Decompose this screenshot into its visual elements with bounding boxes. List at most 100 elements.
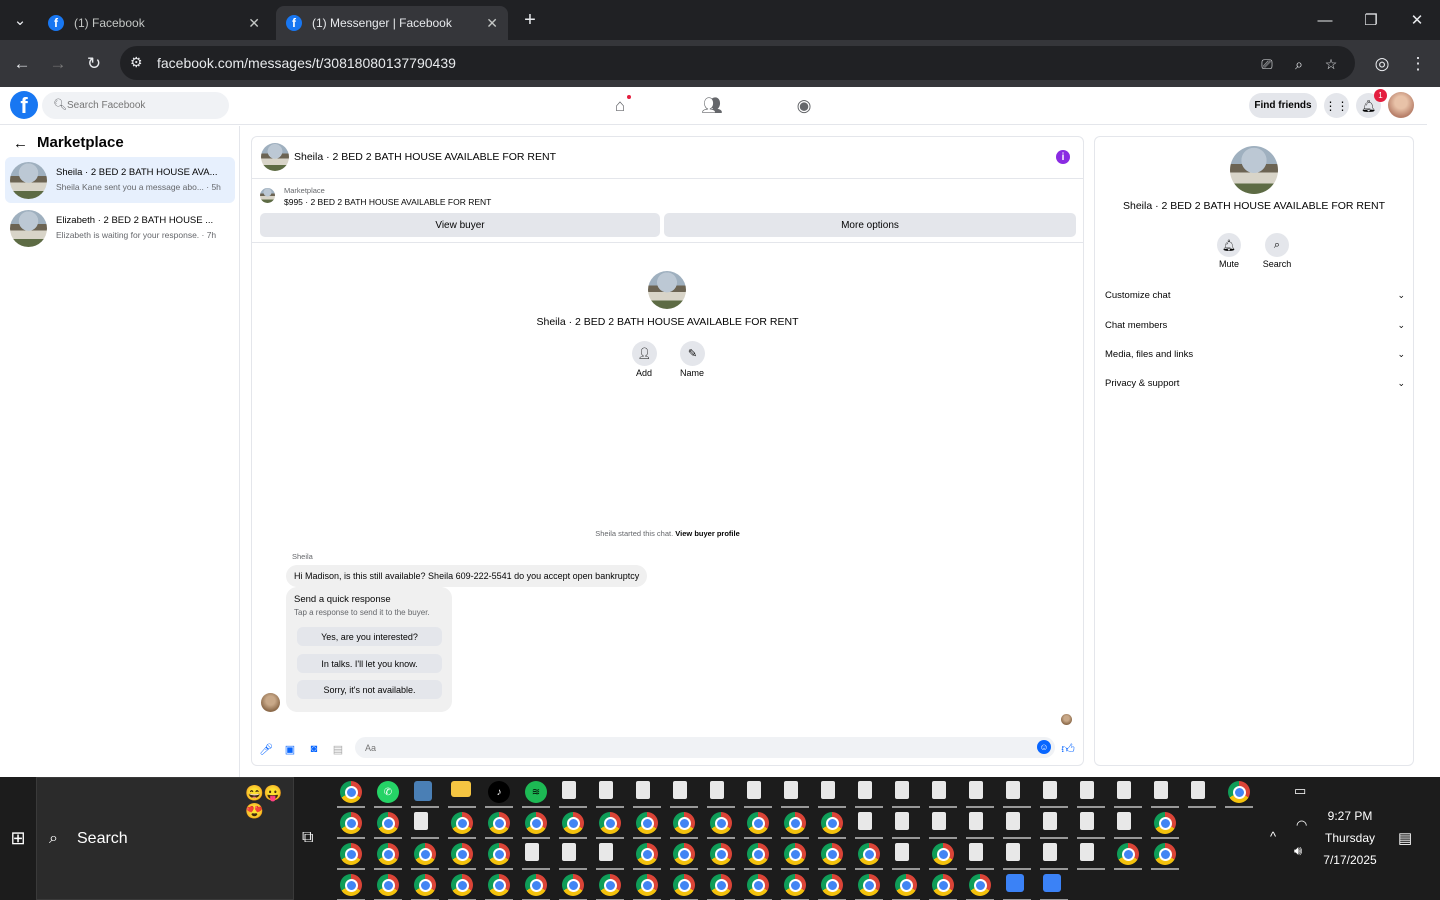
document-icon[interactable] [932,781,946,799]
forward-icon[interactable]: → [46,52,70,76]
chrome-icon[interactable] [340,781,362,803]
windows-start-icon[interactable]: ⊞ [0,777,36,900]
show-hidden-icons-icon[interactable]: ^ [1270,829,1276,844]
document-icon[interactable] [1117,812,1131,830]
chrome-icon[interactable] [858,843,880,865]
task-view-icon[interactable]: ⧉ [302,829,313,847]
menu-grid-icon[interactable]: ⋮⋮ [1324,93,1349,118]
document-icon[interactable] [1080,781,1094,799]
screen-icon[interactable]: ▭ [1294,783,1306,799]
chrome-icon[interactable] [599,874,621,896]
chrome-icon[interactable] [377,874,399,896]
chat-thumbnail[interactable] [261,143,289,171]
document-icon[interactable] [969,843,983,861]
chrome-icon[interactable] [747,812,769,834]
document-icon[interactable] [895,812,909,830]
photo-icon[interactable]: ▣ [282,741,298,757]
document-icon[interactable] [858,812,872,830]
tiktok-icon[interactable]: ♪ [488,781,510,803]
reload-icon[interactable]: ↻ [82,52,106,76]
chrome-icon[interactable] [562,874,584,896]
emoji-icon[interactable]: ☺ [1037,740,1051,754]
close-tab-icon[interactable]: ✕ [248,15,260,32]
bookmark-star-icon[interactable]: ☆ [1322,55,1340,73]
chrome-icon[interactable] [969,874,991,896]
chrome-icon[interactable] [673,874,695,896]
edit-name-icon[interactable]: ✎ [680,341,705,366]
find-friends-button[interactable]: Find friends [1249,93,1317,118]
search-icon[interactable]: ⌕ [1265,233,1289,257]
add-person-icon[interactable]: 👤︎ [632,341,657,366]
chrome-icon[interactable] [340,843,362,865]
document-icon[interactable] [1043,812,1057,830]
url-text[interactable]: facebook.com/messages/t/3081808013779043… [157,55,456,71]
tab-messenger[interactable]: f (1) Messenger | Facebook ✕ [276,6,508,40]
chrome-icon[interactable] [451,874,473,896]
chrome-icon[interactable] [1228,781,1250,803]
tab-facebook[interactable]: f (1) Facebook ✕ [38,6,270,40]
site-info-icon[interactable]: ⚙ [130,54,148,72]
back-arrow-icon[interactable]: ← [13,135,28,152]
chrome-icon[interactable] [784,874,806,896]
chrome-icon[interactable] [451,843,473,865]
chrome-icon[interactable] [932,874,954,896]
document-icon[interactable] [969,812,983,830]
more-options-button[interactable]: More options [664,213,1076,237]
chrome-icon[interactable] [525,812,547,834]
chrome-icon[interactable] [710,874,732,896]
taskbar-search[interactable]: ⌕ Search 😄😛😍 [36,777,294,900]
spotify-icon[interactable]: ≋ [525,781,547,803]
quick-reply-button[interactable]: Sorry, it's not available. [297,680,442,699]
install-app-icon[interactable]: ⎚ [1258,55,1276,73]
privacy-support-section[interactable]: Privacy & support ⌄ [1105,372,1405,394]
microphone-icon[interactable]: 🎤︎ [258,741,274,757]
menu-kebab-icon[interactable]: ⋮ [1406,52,1430,76]
document-icon[interactable] [599,843,613,861]
chrome-icon[interactable] [451,812,473,834]
document-icon[interactable] [821,781,835,799]
app-icon[interactable] [1043,874,1061,892]
facebook-search[interactable]: 🔍︎ [42,92,229,119]
chrome-icon[interactable] [488,843,510,865]
close-tab-icon[interactable]: ✕ [486,15,498,32]
document-icon[interactable] [414,812,428,830]
document-icon[interactable] [1043,843,1057,861]
chrome-icon[interactable] [636,843,658,865]
wifi-icon[interactable]: ◠ [1296,817,1307,833]
chrome-icon[interactable] [932,843,954,865]
listing-price-title[interactable]: $995 · 2 BED 2 BATH HOUSE AVAILABLE FOR … [284,197,491,207]
chat-members-section[interactable]: Chat members ⌄ [1105,314,1405,336]
chat-title[interactable]: Sheila · 2 BED 2 BATH HOUSE AVAILABLE FO… [294,151,556,163]
restore-icon[interactable]: ❐ [1359,8,1383,32]
document-icon[interactable] [895,843,909,861]
document-icon[interactable] [636,781,650,799]
chrome-icon[interactable] [636,812,658,834]
document-icon[interactable] [1043,781,1057,799]
document-icon[interactable] [1080,843,1094,861]
search-input[interactable] [67,97,217,114]
profile-icon[interactable]: ◎ [1370,52,1394,76]
chrome-icon[interactable] [747,874,769,896]
page-scrollbar[interactable] [1427,87,1440,777]
chrome-icon[interactable] [1154,843,1176,865]
document-icon[interactable] [858,781,872,799]
document-icon[interactable] [562,843,576,861]
message-input[interactable] [355,737,1055,758]
customize-chat-section[interactable]: Customize chat ⌄ [1105,284,1405,306]
zoom-icon[interactable]: ⌕ [1290,55,1308,73]
document-icon[interactable] [895,781,909,799]
chrome-icon[interactable] [895,874,917,896]
sticker-icon[interactable]: ◙ [306,741,322,757]
new-tab-icon[interactable]: + [518,8,542,32]
chrome-icon[interactable] [340,812,362,834]
clock-day[interactable]: Thursday [1318,831,1382,845]
chrome-icon[interactable] [747,843,769,865]
chrome-icon[interactable] [414,874,436,896]
document-icon[interactable] [1080,812,1094,830]
chrome-icon[interactable] [488,812,510,834]
document-icon[interactable] [710,781,724,799]
close-window-icon[interactable]: ✕ [1405,8,1429,32]
clock-date[interactable]: 7/17/2025 [1318,853,1382,867]
minimize-icon[interactable]: — [1313,8,1337,32]
chrome-icon[interactable] [673,843,695,865]
